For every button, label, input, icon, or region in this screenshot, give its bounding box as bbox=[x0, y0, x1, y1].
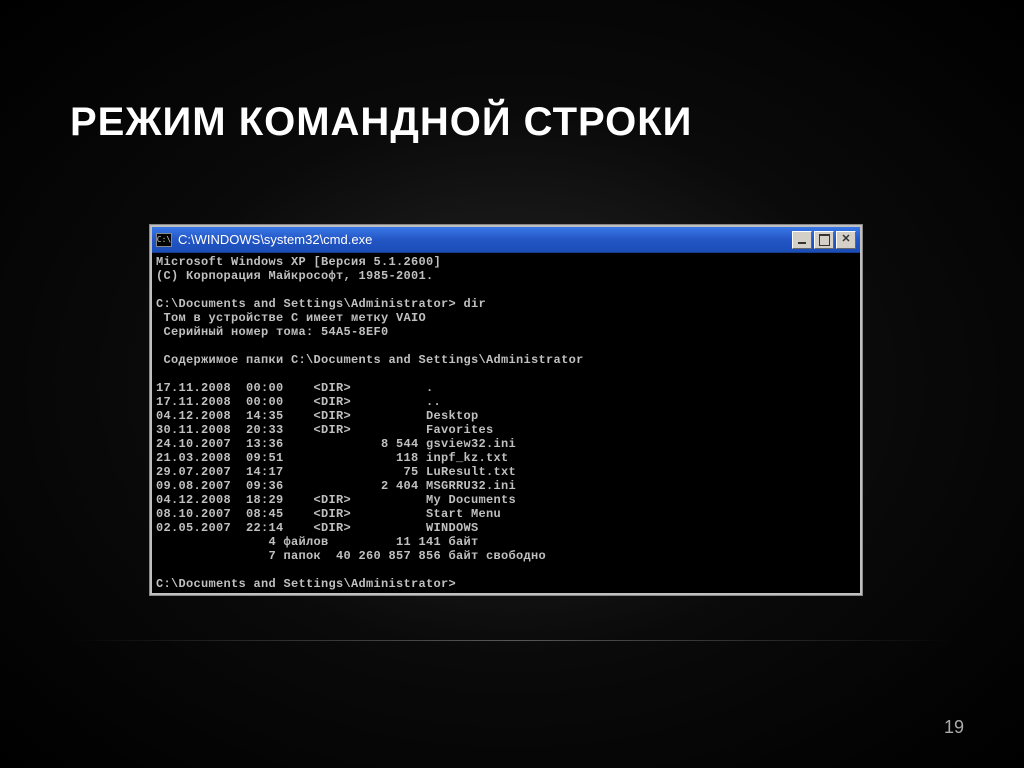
terminal-line: (С) Корпорация Майкрософт, 1985-2001. bbox=[156, 269, 434, 283]
dir-row: 02.05.2007 22:14 <DIR> WINDOWS bbox=[156, 521, 479, 535]
dir-row: 24.10.2007 13:36 8 544 gsview32.ini bbox=[156, 437, 516, 451]
dir-row: 30.11.2008 20:33 <DIR> Favorites bbox=[156, 423, 494, 437]
dir-row: 08.10.2007 08:45 <DIR> Start Menu bbox=[156, 507, 501, 521]
terminal-prompt: C:\Documents and Settings\Administrator> bbox=[156, 577, 456, 591]
close-button[interactable]: ✕ bbox=[836, 231, 856, 249]
dir-row: 04.12.2008 18:29 <DIR> My Documents bbox=[156, 493, 516, 507]
terminal-prompt: C:\Documents and Settings\Administrator>… bbox=[156, 297, 486, 311]
window-titlebar[interactable]: C:\ C:\WINDOWS\system32\cmd.exe ✕ bbox=[152, 227, 860, 253]
dir-row: 09.08.2007 09:36 2 404 MSGRRU32.ini bbox=[156, 479, 516, 493]
window-controls: ✕ bbox=[792, 231, 856, 249]
cmd-window: C:\ C:\WINDOWS\system32\cmd.exe ✕ Micros… bbox=[150, 225, 862, 595]
dir-row: 29.07.2007 14:17 75 LuResult.txt bbox=[156, 465, 516, 479]
cmd-icon: C:\ bbox=[156, 233, 172, 247]
window-title: C:\WINDOWS\system32\cmd.exe bbox=[178, 232, 792, 247]
dir-row: 17.11.2008 00:00 <DIR> . bbox=[156, 381, 434, 395]
dir-row: 17.11.2008 00:00 <DIR> .. bbox=[156, 395, 441, 409]
terminal-output[interactable]: Microsoft Windows XP [Версия 5.1.2600] (… bbox=[152, 253, 860, 593]
slide-divider bbox=[70, 640, 954, 641]
slide-title: РЕЖИМ КОМАНДНОЙ СТРОКИ bbox=[70, 100, 692, 145]
minimize-button[interactable] bbox=[792, 231, 812, 249]
dir-summary: 4 файлов 11 141 байт bbox=[156, 535, 479, 549]
dir-row: 21.03.2008 09:51 118 inpf_kz.txt bbox=[156, 451, 509, 465]
terminal-line: Microsoft Windows XP [Версия 5.1.2600] bbox=[156, 255, 441, 269]
slide-number: 19 bbox=[944, 717, 964, 738]
dir-row: 04.12.2008 14:35 <DIR> Desktop bbox=[156, 409, 479, 423]
terminal-line: Серийный номер тома: 54A5-8EF0 bbox=[156, 325, 389, 339]
maximize-button[interactable] bbox=[814, 231, 834, 249]
cmd-icon-label: C:\ bbox=[157, 235, 171, 244]
dir-summary: 7 папок 40 260 857 856 байт свободно bbox=[156, 549, 546, 563]
terminal-line: Том в устройстве C имеет метку VAIO bbox=[156, 311, 426, 325]
terminal-line: Содержимое папки C:\Documents and Settin… bbox=[156, 353, 584, 367]
